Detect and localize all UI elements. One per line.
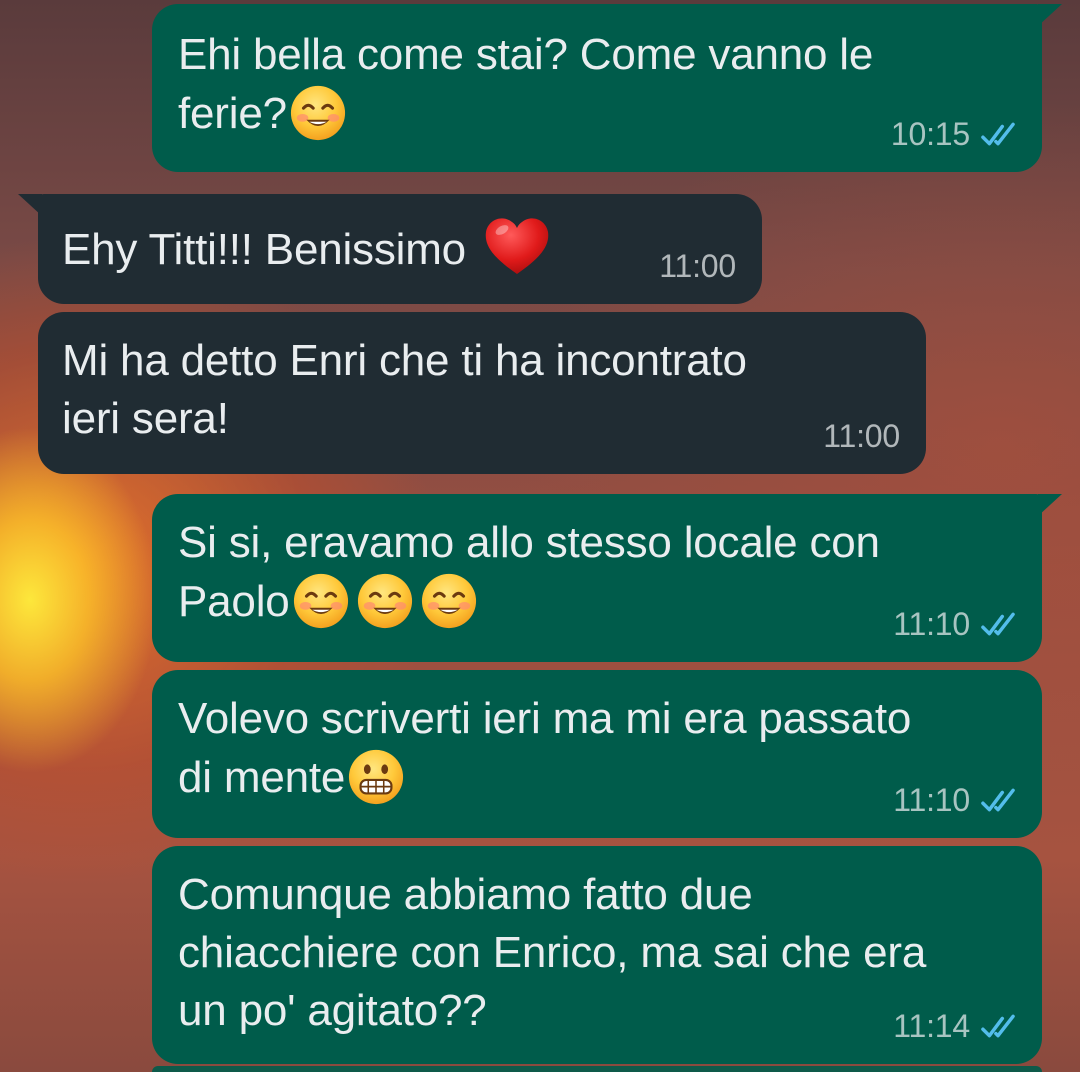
message-line: Ehy Titti!!! Benissimo — [62, 225, 466, 274]
message-time: 11:10 — [893, 782, 970, 818]
message-bubble-outgoing[interactable]: Comunque abbiamo fatto due chiacchiere c… — [152, 846, 1042, 1064]
message-time: 10:15 — [890, 116, 970, 152]
message-bubble-outgoing[interactable]: Ehi bella come stai? Come vanno le ferie… — [152, 4, 1062, 172]
message-line: Mi ha detto Enri che ti ha incontrato — [62, 336, 747, 385]
message-text: Comunque abbiamo fatto due chiacchiere c… — [178, 866, 926, 1040]
message-line: Si si, eravamo allo stesso locale con — [178, 518, 880, 567]
next-message-bubble-edge — [152, 1066, 1042, 1072]
smiling-face-emoji-icon — [355, 572, 414, 630]
message-text: Mi ha detto Enri che ti ha incontrato ie… — [62, 332, 747, 448]
read-receipt-double-tick-icon — [981, 612, 1015, 636]
message-line: un po' agitato?? — [178, 986, 487, 1035]
message-bubble-incoming[interactable]: Mi ha detto Enri che ti ha incontrato ie… — [38, 312, 926, 474]
message-bubble-incoming[interactable]: Ehy Titti!!! Benissimo 11:00 — [18, 194, 762, 304]
message-text: Si si, eravamo allo stesso locale con Pa… — [178, 514, 880, 631]
bubble-tail — [1038, 4, 1062, 26]
message-meta: 11:10 — [893, 606, 1018, 642]
grimacing-face-emoji-icon — [348, 748, 405, 806]
message-time: 11:00 — [823, 418, 900, 454]
message-line: Volevo scriverti ieri ma mi era passato — [178, 694, 912, 743]
message-text: Ehi bella come stai? Come vanno le ferie… — [178, 26, 873, 143]
bubble-tail — [18, 194, 42, 216]
message-line: chiacchiere con Enrico, ma sai che era — [178, 928, 927, 977]
message-bubble-outgoing[interactable]: Volevo scriverti ieri ma mi era passato … — [152, 670, 1042, 838]
read-receipt-double-tick-icon — [981, 122, 1015, 146]
smiling-face-emoji-icon — [289, 84, 347, 142]
chat-conversation: Ehi bella come stai? Come vanno le ferie… — [0, 0, 1080, 1072]
message-text: Ehy Titti!!! Benissimo — [62, 214, 552, 279]
message-bubble-outgoing[interactable]: Si si, eravamo allo stesso locale con Pa… — [152, 494, 1062, 662]
message-meta: 11:14 — [893, 1008, 1018, 1044]
bubble-tail — [1038, 494, 1062, 516]
message-meta: 10:15 — [891, 116, 1018, 152]
message-line: Ehi bella come stai? Come vanno le — [178, 30, 874, 79]
read-receipt-double-tick-icon — [981, 788, 1015, 812]
message-time: 11:14 — [893, 1008, 970, 1044]
message-line: di mente — [178, 748, 911, 807]
message-meta: 11:10 — [893, 782, 1018, 818]
smiling-face-emoji-icon — [291, 572, 350, 630]
message-line: ieri sera! — [62, 394, 229, 443]
message-time: 11:00 — [659, 248, 736, 284]
smiling-face-emoji-icon — [419, 572, 478, 630]
message-text: Volevo scriverti ieri ma mi era passato … — [178, 690, 911, 807]
message-time: 11:10 — [893, 606, 970, 642]
read-receipt-double-tick-icon — [981, 1014, 1015, 1038]
message-meta: 11:00 — [659, 248, 736, 284]
red-heart-emoji-icon — [485, 218, 549, 274]
message-line: Paolo — [178, 572, 880, 631]
message-meta: 11:00 — [823, 418, 900, 454]
message-line: Comunque abbiamo fatto due — [178, 870, 753, 919]
message-line: ferie? — [178, 84, 873, 143]
